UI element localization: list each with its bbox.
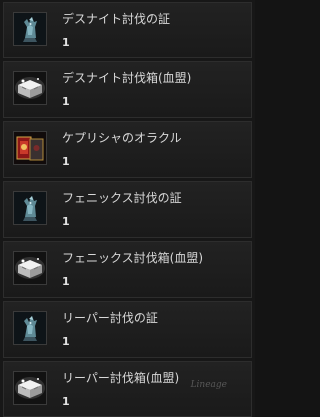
item-quantity: 1 — [62, 395, 70, 408]
item-name: フェニックス討伐の証 — [62, 191, 182, 205]
item-quantity: 1 — [62, 335, 70, 348]
item-slot[interactable]: リーパー討伐箱(血盟) 1 Lineage — [3, 361, 252, 417]
silver-chest-icon — [13, 251, 47, 285]
item-name: リーパー討伐の証 — [62, 311, 158, 325]
oracle-cards-icon — [13, 131, 47, 165]
silver-chest-icon — [13, 371, 47, 405]
watermark: Lineage — [190, 380, 227, 390]
dragon-statue-icon — [13, 311, 47, 345]
item-list: デスナイト討伐の証 1 デスナイト討伐箱(血盟) 1 ケプリシャのオラクル 1 … — [0, 0, 255, 417]
item-slot[interactable]: デスナイト討伐箱(血盟) 1 — [3, 61, 252, 118]
item-slot[interactable]: リーパー討伐の証 1 — [3, 301, 252, 358]
item-slot[interactable]: ケプリシャのオラクル 1 — [3, 121, 252, 178]
item-quantity: 1 — [62, 275, 70, 288]
item-quantity: 1 — [62, 155, 70, 168]
item-slot[interactable]: デスナイト討伐の証 1 — [3, 2, 252, 58]
item-slot[interactable]: フェニックス討伐箱(血盟) 1 — [3, 241, 252, 298]
item-slot[interactable]: フェニックス討伐の証 1 — [3, 181, 252, 238]
dragon-statue-icon — [13, 12, 47, 46]
silver-chest-icon — [13, 71, 47, 105]
item-quantity: 1 — [62, 95, 70, 108]
item-quantity: 1 — [62, 215, 70, 228]
item-name: デスナイト討伐箱(血盟) — [62, 71, 192, 85]
dragon-statue-icon — [13, 191, 47, 225]
item-name: デスナイト討伐の証 — [62, 12, 171, 26]
item-name: フェニックス討伐箱(血盟) — [62, 251, 204, 265]
item-name: ケプリシャのオラクル — [62, 131, 182, 145]
item-quantity: 1 — [62, 36, 70, 49]
